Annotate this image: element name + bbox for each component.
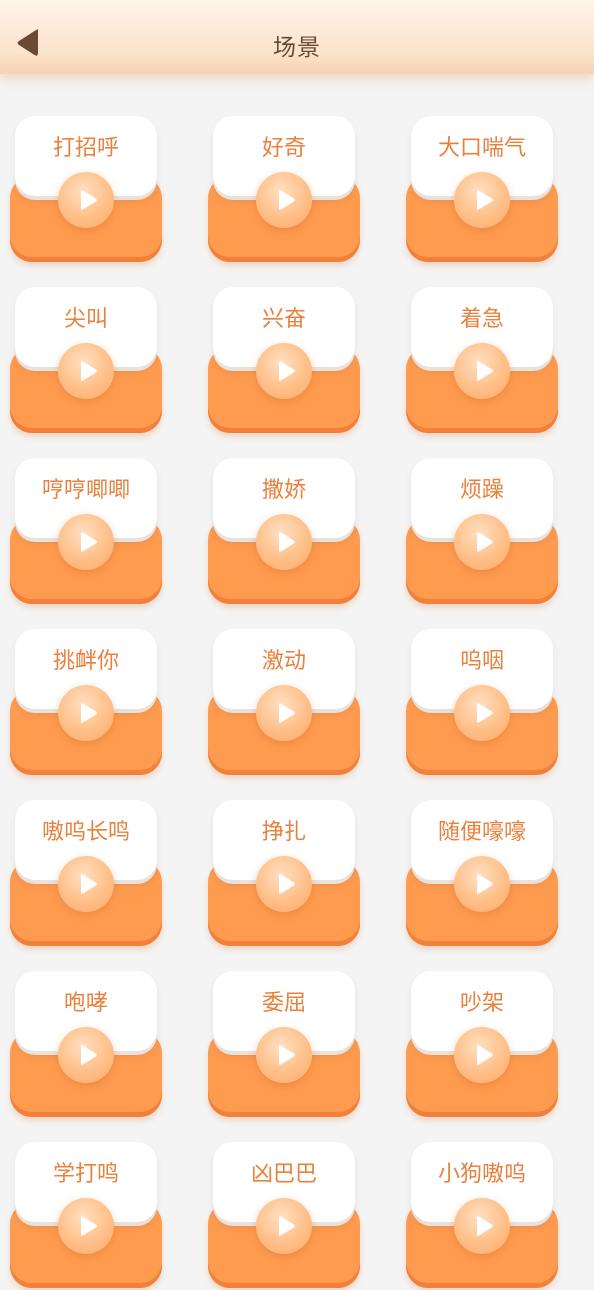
play-button[interactable] — [256, 1198, 312, 1254]
scene-card[interactable]: 委屈 — [208, 971, 360, 1119]
scene-card[interactable]: 着急 — [406, 287, 558, 435]
scene-label: 着急 — [459, 307, 504, 332]
scene-label: 咆哮 — [63, 991, 108, 1016]
scene-card[interactable]: 学打鸣 — [10, 1142, 162, 1290]
scene-card[interactable]: 凶巴巴 — [208, 1142, 360, 1290]
scene-card[interactable]: 呜咽 — [406, 629, 558, 777]
play-icon — [477, 703, 493, 723]
scene-label: 兴奋 — [261, 307, 306, 332]
play-button[interactable] — [454, 1198, 510, 1254]
scene-label: 烦躁 — [459, 478, 504, 503]
play-icon — [477, 361, 493, 381]
scene-label: 哼哼唧唧 — [41, 478, 130, 503]
play-icon — [81, 361, 97, 381]
scene-label: 大口喘气 — [437, 136, 526, 161]
scene-label: 吵架 — [459, 991, 504, 1016]
play-icon — [477, 190, 493, 210]
play-icon — [279, 874, 295, 894]
scene-card[interactable]: 挑衅你 — [10, 629, 162, 777]
play-icon — [279, 190, 295, 210]
play-icon — [279, 1045, 295, 1065]
play-button[interactable] — [454, 685, 510, 741]
play-button[interactable] — [256, 172, 312, 228]
scene-label: 好奇 — [261, 136, 306, 161]
play-button[interactable] — [454, 856, 510, 912]
play-button[interactable] — [58, 343, 114, 399]
play-icon — [477, 532, 493, 552]
scene-card[interactable]: 小狗嗷呜 — [406, 1142, 558, 1290]
play-icon — [81, 532, 97, 552]
scene-label: 挑衅你 — [52, 649, 119, 674]
scene-card[interactable]: 嗷呜长鸣 — [10, 800, 162, 948]
play-button[interactable] — [256, 343, 312, 399]
scene-label: 学打鸣 — [52, 1162, 119, 1187]
scene-card[interactable]: 打招呼 — [10, 116, 162, 264]
scene-label: 打招呼 — [52, 136, 119, 161]
scene-card[interactable]: 咆哮 — [10, 971, 162, 1119]
play-icon — [81, 874, 97, 894]
scene-label: 凶巴巴 — [250, 1162, 317, 1187]
play-button[interactable] — [58, 685, 114, 741]
play-button[interactable] — [58, 856, 114, 912]
play-icon — [81, 1216, 97, 1236]
play-icon — [477, 1045, 493, 1065]
play-icon — [81, 190, 97, 210]
play-icon — [279, 532, 295, 552]
scene-label: 呜咽 — [459, 649, 504, 674]
play-icon — [81, 1045, 97, 1065]
top-bar: 场景 — [0, 0, 594, 74]
scene-label: 激动 — [261, 649, 306, 674]
scene-card[interactable]: 好奇 — [208, 116, 360, 264]
play-button[interactable] — [256, 685, 312, 741]
scene-card[interactable]: 吵架 — [406, 971, 558, 1119]
scene-card[interactable]: 尖叫 — [10, 287, 162, 435]
scene-label: 挣扎 — [261, 820, 306, 845]
scene-card[interactable]: 挣扎 — [208, 800, 360, 948]
scene-label: 随便嚎嚎 — [437, 820, 526, 845]
play-button[interactable] — [256, 856, 312, 912]
play-icon — [279, 703, 295, 723]
scene-label: 嗷呜长鸣 — [41, 820, 130, 845]
play-button[interactable] — [58, 172, 114, 228]
play-button[interactable] — [454, 1027, 510, 1083]
scene-card[interactable]: 激动 — [208, 629, 360, 777]
play-button[interactable] — [454, 343, 510, 399]
scene-label: 小狗嗷呜 — [437, 1162, 526, 1187]
play-button[interactable] — [256, 514, 312, 570]
scene-label: 撒娇 — [261, 478, 306, 503]
play-button[interactable] — [58, 514, 114, 570]
play-button[interactable] — [454, 172, 510, 228]
scene-label: 尖叫 — [63, 307, 108, 332]
play-button[interactable] — [256, 1027, 312, 1083]
scene-card[interactable]: 兴奋 — [208, 287, 360, 435]
scene-card[interactable]: 哼哼唧唧 — [10, 458, 162, 606]
play-icon — [81, 703, 97, 723]
scene-card[interactable]: 烦躁 — [406, 458, 558, 606]
play-icon — [279, 1216, 295, 1236]
play-icon — [477, 1216, 493, 1236]
scene-card[interactable]: 大口喘气 — [406, 116, 558, 264]
play-icon — [279, 361, 295, 381]
play-button[interactable] — [58, 1027, 114, 1083]
scene-card[interactable]: 随便嚎嚎 — [406, 800, 558, 948]
scene-label: 委屈 — [261, 991, 306, 1016]
scene-card[interactable]: 撒娇 — [208, 458, 360, 606]
scene-grid: 打招呼 好奇 大口喘气尖叫 兴奋 着急哼哼唧唧 撒娇 烦躁挑衅你 激动 呜咽嗷呜长鸣 挣扎 随便嚎嚎… — [0, 0, 594, 1288]
play-button[interactable] — [58, 1198, 114, 1254]
play-icon — [477, 874, 493, 894]
page-title: 场景 — [273, 35, 321, 61]
play-button[interactable] — [454, 514, 510, 570]
